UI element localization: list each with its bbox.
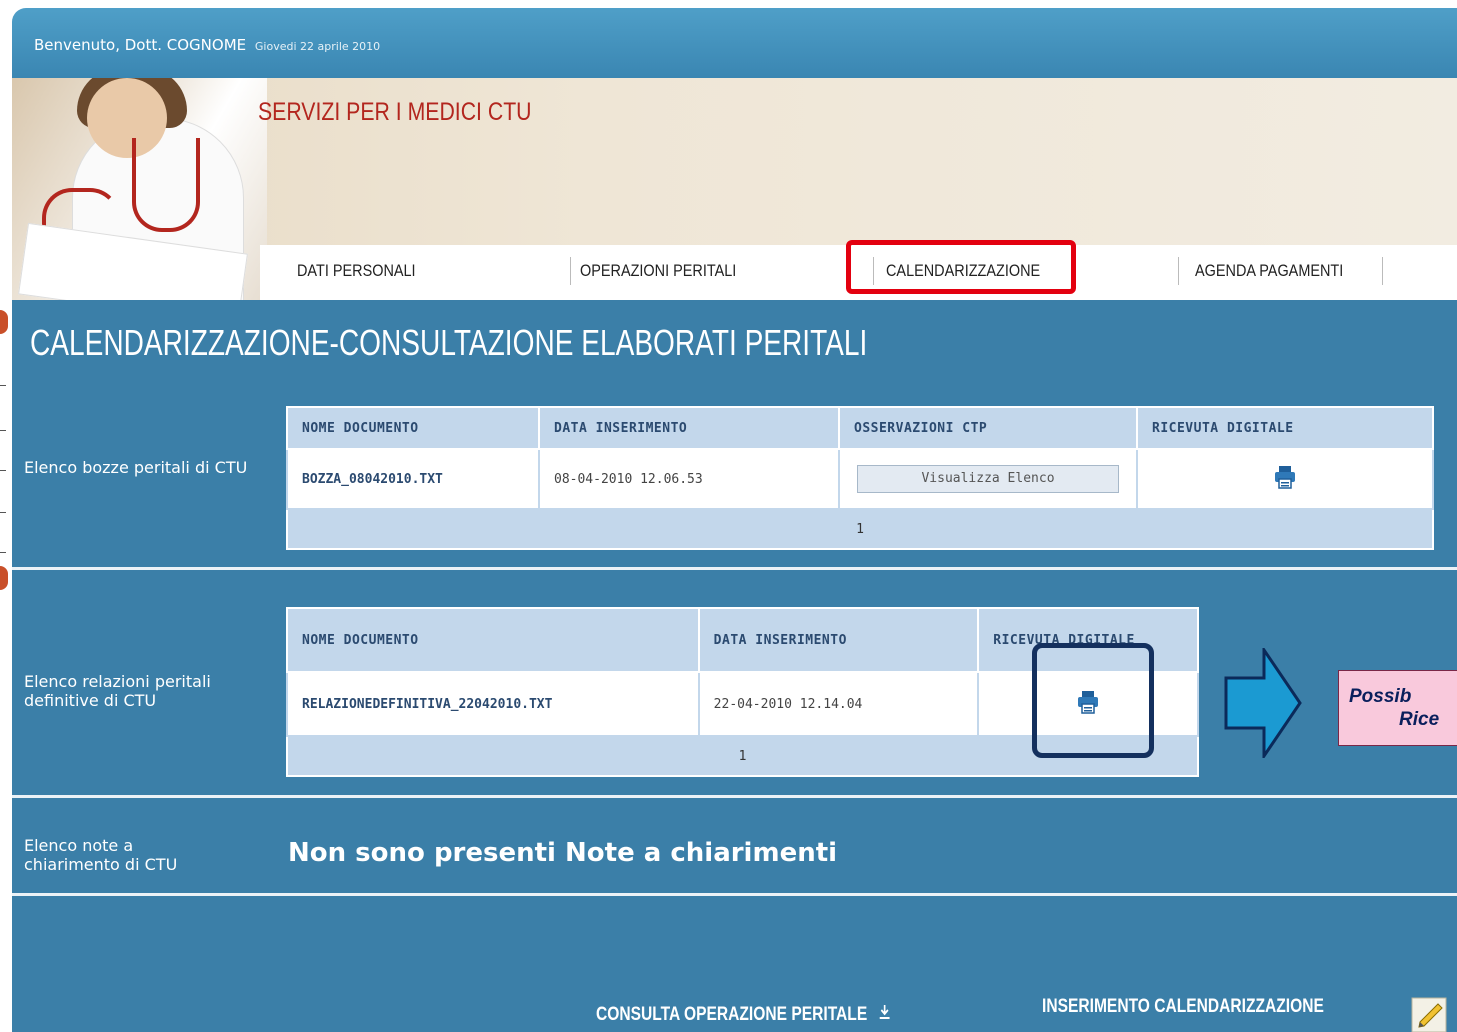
welcome-message: Benvenuto, Dott. COGNOME Giovedi 22 apri… (34, 36, 380, 54)
top-bar: Benvenuto, Dott. COGNOME Giovedi 22 apri… (12, 8, 1457, 78)
callout-line-2: Rice (1399, 709, 1440, 730)
relazioni-section-label: Elenco relazioni peritali definitive di … (24, 672, 211, 710)
receipt-cell (1136, 448, 1434, 510)
welcome-text: Benvenuto, Dott. COGNOME (34, 36, 247, 54)
stethoscope-icon (132, 138, 200, 232)
visualizza-elenco-button[interactable]: Visualizza Elenco (857, 465, 1119, 493)
col-header-osservazioni-ctp: OSSERVAZIONI CTP (838, 406, 1138, 450)
bozze-section-label: Elenco bozze peritali di CTU (24, 458, 248, 477)
consulta-operazione-link[interactable]: CONSULTA OPERAZIONE PERITALE (596, 1004, 891, 1026)
download-icon (878, 1004, 891, 1026)
insert-date: 08-04-2010 12.06.53 (538, 448, 840, 510)
col-header-data-inserimento: DATA INSERIMENTO (697, 607, 980, 673)
tab-separator (1382, 257, 1383, 285)
edge-tick (0, 512, 6, 513)
col-header-ricevuta-digitale: RICEVUTA DIGITALE (1136, 406, 1434, 450)
bozze-table: NOME DOCUMENTO DATA INSERIMENTO OSSERVAZ… (286, 406, 1434, 550)
doctor-photo (12, 78, 267, 300)
tab-separator (1178, 257, 1179, 285)
no-notes-message: Non sono presenti Note a chiarimenti (288, 838, 838, 868)
edge-tick (0, 552, 6, 553)
edge-tab (0, 566, 8, 590)
tab-agenda-pagamenti[interactable]: AGENDA PAGAMENTI (1195, 245, 1343, 297)
insert-date: 22-04-2010 12.14.04 (697, 671, 980, 737)
tab-separator (570, 257, 571, 285)
arrow-right-icon (1224, 648, 1302, 758)
site-title: SERVIZI PER I MEDICI CTU (258, 98, 532, 126)
document-name[interactable]: RELAZIONEDEFINITIVA_22042010.TXT (286, 671, 700, 737)
inserimento-calendarizzazione-link[interactable]: INSERIMENTO CALENDARIZZAZIONE (1042, 996, 1324, 1018)
table-row: BOZZA_08042010.TXT 08-04-2010 12.06.53 V… (286, 448, 1434, 510)
page-title: CALENDARIZZAZIONE-CONSULTAZIONE ELABORAT… (30, 322, 868, 363)
edit-icon[interactable] (1410, 994, 1450, 1032)
edge-tick (0, 385, 6, 386)
section-divider (12, 795, 1457, 798)
pager-page-number[interactable]: 1 (286, 508, 1434, 550)
document-name[interactable]: BOZZA_08042010.TXT (286, 448, 540, 510)
section-divider (12, 567, 1457, 570)
consulta-operazione-label: CONSULTA OPERAZIONE PERITALE (596, 1004, 868, 1025)
current-date: Giovedi 22 aprile 2010 (254, 40, 381, 53)
osservazioni-cell: Visualizza Elenco (838, 448, 1138, 510)
tab-operazioni-peritali[interactable]: OPERAZIONI PERITALI (580, 245, 736, 297)
receipt-focus-highlight (1032, 643, 1154, 758)
callout-note: Possib Rice (1338, 670, 1457, 746)
col-header-nome-documento: NOME DOCUMENTO (286, 607, 700, 673)
col-header-nome-documento: NOME DOCUMENTO (286, 406, 540, 450)
table-header-row: NOME DOCUMENTO DATA INSERIMENTO OSSERVAZ… (286, 406, 1434, 450)
edge-tick (0, 430, 6, 431)
callout-line-1: Possib (1349, 686, 1412, 707)
section-divider (12, 893, 1457, 896)
active-tab-highlight (846, 240, 1076, 294)
printer-icon[interactable] (1272, 464, 1298, 490)
table-pager-row: 1 (286, 508, 1434, 550)
tab-dati-personali[interactable]: DATI PERSONALI (297, 245, 416, 297)
page: Benvenuto, Dott. COGNOME Giovedi 22 apri… (0, 0, 1457, 1032)
left-edge-strip (0, 0, 12, 1032)
edge-tick (0, 470, 6, 471)
col-header-data-inserimento: DATA INSERIMENTO (538, 406, 840, 450)
note-section-label: Elenco note a chiarimento di CTU (24, 836, 178, 874)
edge-tab (0, 310, 8, 334)
